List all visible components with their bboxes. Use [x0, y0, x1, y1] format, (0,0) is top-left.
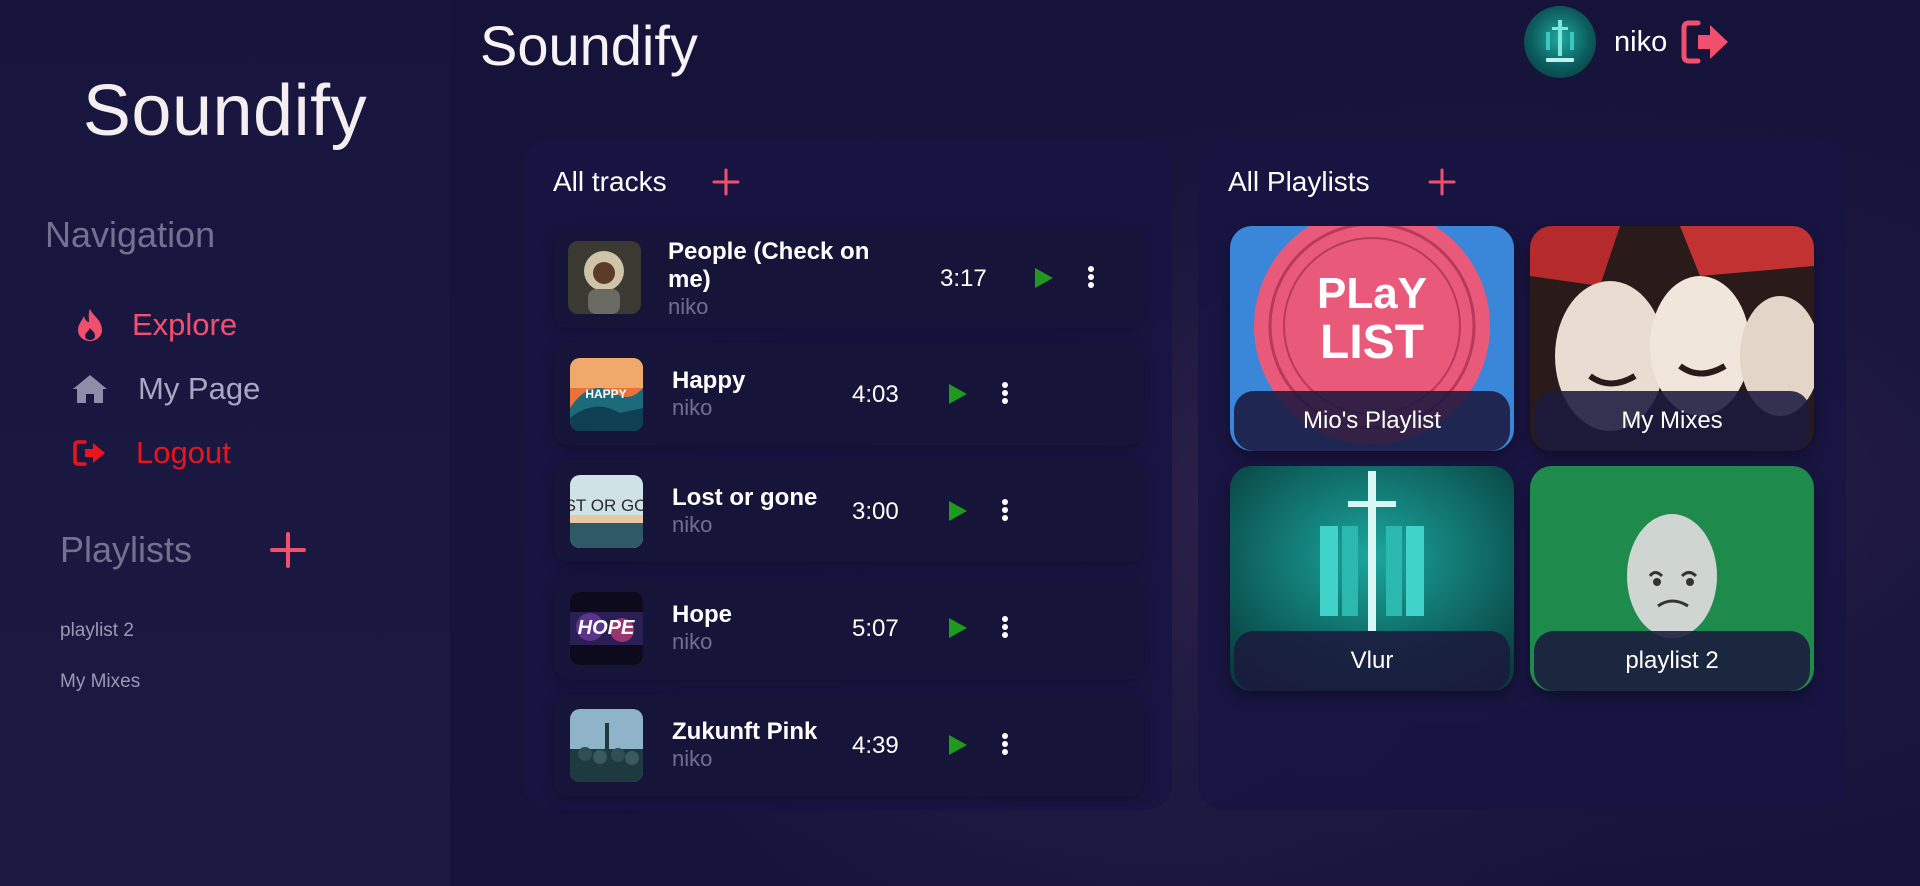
- more-options-button[interactable]: [998, 497, 1012, 523]
- track-row[interactable]: Zukunft Pink niko 4:39: [554, 694, 1144, 796]
- track-cover-image: [570, 709, 643, 782]
- track-cover-image: ST OR GO: [570, 475, 643, 548]
- track-artist: niko: [672, 395, 713, 420]
- add-playlist-button[interactable]: [1426, 166, 1458, 198]
- playlist-card[interactable]: PLaY LIST Mio's Playlist: [1230, 226, 1514, 451]
- plus-icon: [1428, 168, 1456, 196]
- track-title: Lost or gone: [672, 484, 818, 511]
- track-duration: 5:07: [852, 615, 899, 642]
- track-duration: 3:00: [852, 498, 899, 525]
- play-icon: [1035, 268, 1053, 288]
- track-row[interactable]: HOPE Hope niko 5:07: [554, 577, 1144, 679]
- nav-item-explore[interactable]: Explore: [70, 305, 237, 345]
- track-row[interactable]: People (Check on me) niko 3:17: [554, 226, 1144, 328]
- sidebar-playlist-item[interactable]: playlist 2: [60, 620, 134, 642]
- track-cover-image: [568, 241, 641, 314]
- more-options-button[interactable]: [1084, 264, 1098, 290]
- playlist-card-label: Vlur: [1234, 631, 1510, 691]
- svg-text:PLaY: PLaY: [1317, 269, 1427, 318]
- play-button[interactable]: [1030, 265, 1056, 291]
- play-button[interactable]: [944, 615, 970, 641]
- sidebar-playlist-item[interactable]: My Mixes: [60, 671, 140, 693]
- sword-logo-icon: [1546, 20, 1574, 62]
- add-playlist-button[interactable]: [268, 530, 308, 570]
- track-artist: niko: [672, 512, 713, 537]
- svg-text:HAPPY: HAPPY: [585, 387, 626, 401]
- playlist-card-label: playlist 2: [1534, 631, 1810, 691]
- nav-item-label: Explore: [132, 307, 238, 342]
- nav-item-label: Logout: [136, 435, 231, 470]
- home-icon: [70, 369, 110, 409]
- track-artist: niko: [672, 629, 713, 654]
- playlist-card[interactable]: Vlur: [1230, 466, 1514, 691]
- add-track-button[interactable]: [710, 166, 742, 198]
- logout-icon: [1681, 20, 1728, 64]
- track-duration: 4:03: [852, 381, 899, 408]
- track-title: People (Check on me): [668, 238, 870, 293]
- nav-item-my-page[interactable]: My Page: [70, 369, 260, 409]
- svg-text:ST OR GO: ST OR GO: [570, 496, 643, 515]
- playlists-panel: All Playlists PLaY LIST Mio's Playlist M…: [1198, 138, 1846, 810]
- more-options-button[interactable]: [998, 731, 1012, 757]
- play-icon: [949, 501, 967, 521]
- logout-icon: [70, 433, 110, 473]
- more-options-button[interactable]: [998, 380, 1012, 406]
- fire-icon: [70, 305, 110, 345]
- track-duration: 4:39: [852, 732, 899, 759]
- nav-item-logout[interactable]: Logout: [70, 433, 231, 473]
- playlist-card[interactable]: My Mixes: [1530, 226, 1814, 451]
- track-cover-image: HAPPY: [570, 358, 643, 431]
- logout-button[interactable]: [1680, 18, 1732, 66]
- track-duration: 3:17: [940, 265, 987, 292]
- tracks-panel-title: All tracks: [553, 166, 667, 197]
- avatar[interactable]: [1524, 6, 1596, 78]
- more-options-button[interactable]: [998, 614, 1012, 640]
- tracks-panel: All tracks People (Check on me) niko 3:1…: [524, 138, 1172, 810]
- play-button[interactable]: [944, 498, 970, 524]
- play-icon: [949, 384, 967, 404]
- track-title: Happy: [672, 367, 746, 394]
- sidebar-logo: Soundify: [82, 71, 368, 151]
- nav-heading: Navigation: [45, 214, 216, 255]
- playlists-heading: Playlists: [60, 529, 193, 570]
- track-artist: niko: [672, 746, 713, 771]
- play-icon: [949, 618, 967, 638]
- track-row[interactable]: HAPPY Happy niko 4:03: [554, 343, 1144, 445]
- playlist-card-label: My Mixes: [1534, 391, 1810, 451]
- track-artist: niko: [668, 294, 709, 319]
- track-row[interactable]: ST OR GO Lost or gone niko 3:00: [554, 460, 1144, 562]
- playlists-panel-title: All Playlists: [1228, 166, 1370, 197]
- track-cover-image: HOPE: [570, 592, 643, 665]
- page-title: Soundify: [480, 14, 698, 77]
- sidebar: Soundify Navigation Explore My Page Logo…: [0, 0, 450, 886]
- plus-icon: [270, 532, 306, 568]
- nav-item-label: My Page: [138, 371, 261, 406]
- play-button[interactable]: [944, 732, 970, 758]
- svg-text:HOPE: HOPE: [578, 617, 635, 639]
- play-button[interactable]: [944, 381, 970, 407]
- svg-text:LIST: LIST: [1320, 316, 1424, 369]
- playlist-card-label: Mio's Playlist: [1234, 391, 1510, 451]
- user-name: niko: [1614, 26, 1668, 58]
- plus-icon: [712, 168, 740, 196]
- track-title: Zukunft Pink: [672, 718, 818, 745]
- playlist-card[interactable]: playlist 2: [1530, 466, 1814, 691]
- track-title: Hope: [672, 601, 732, 628]
- play-icon: [949, 735, 967, 755]
